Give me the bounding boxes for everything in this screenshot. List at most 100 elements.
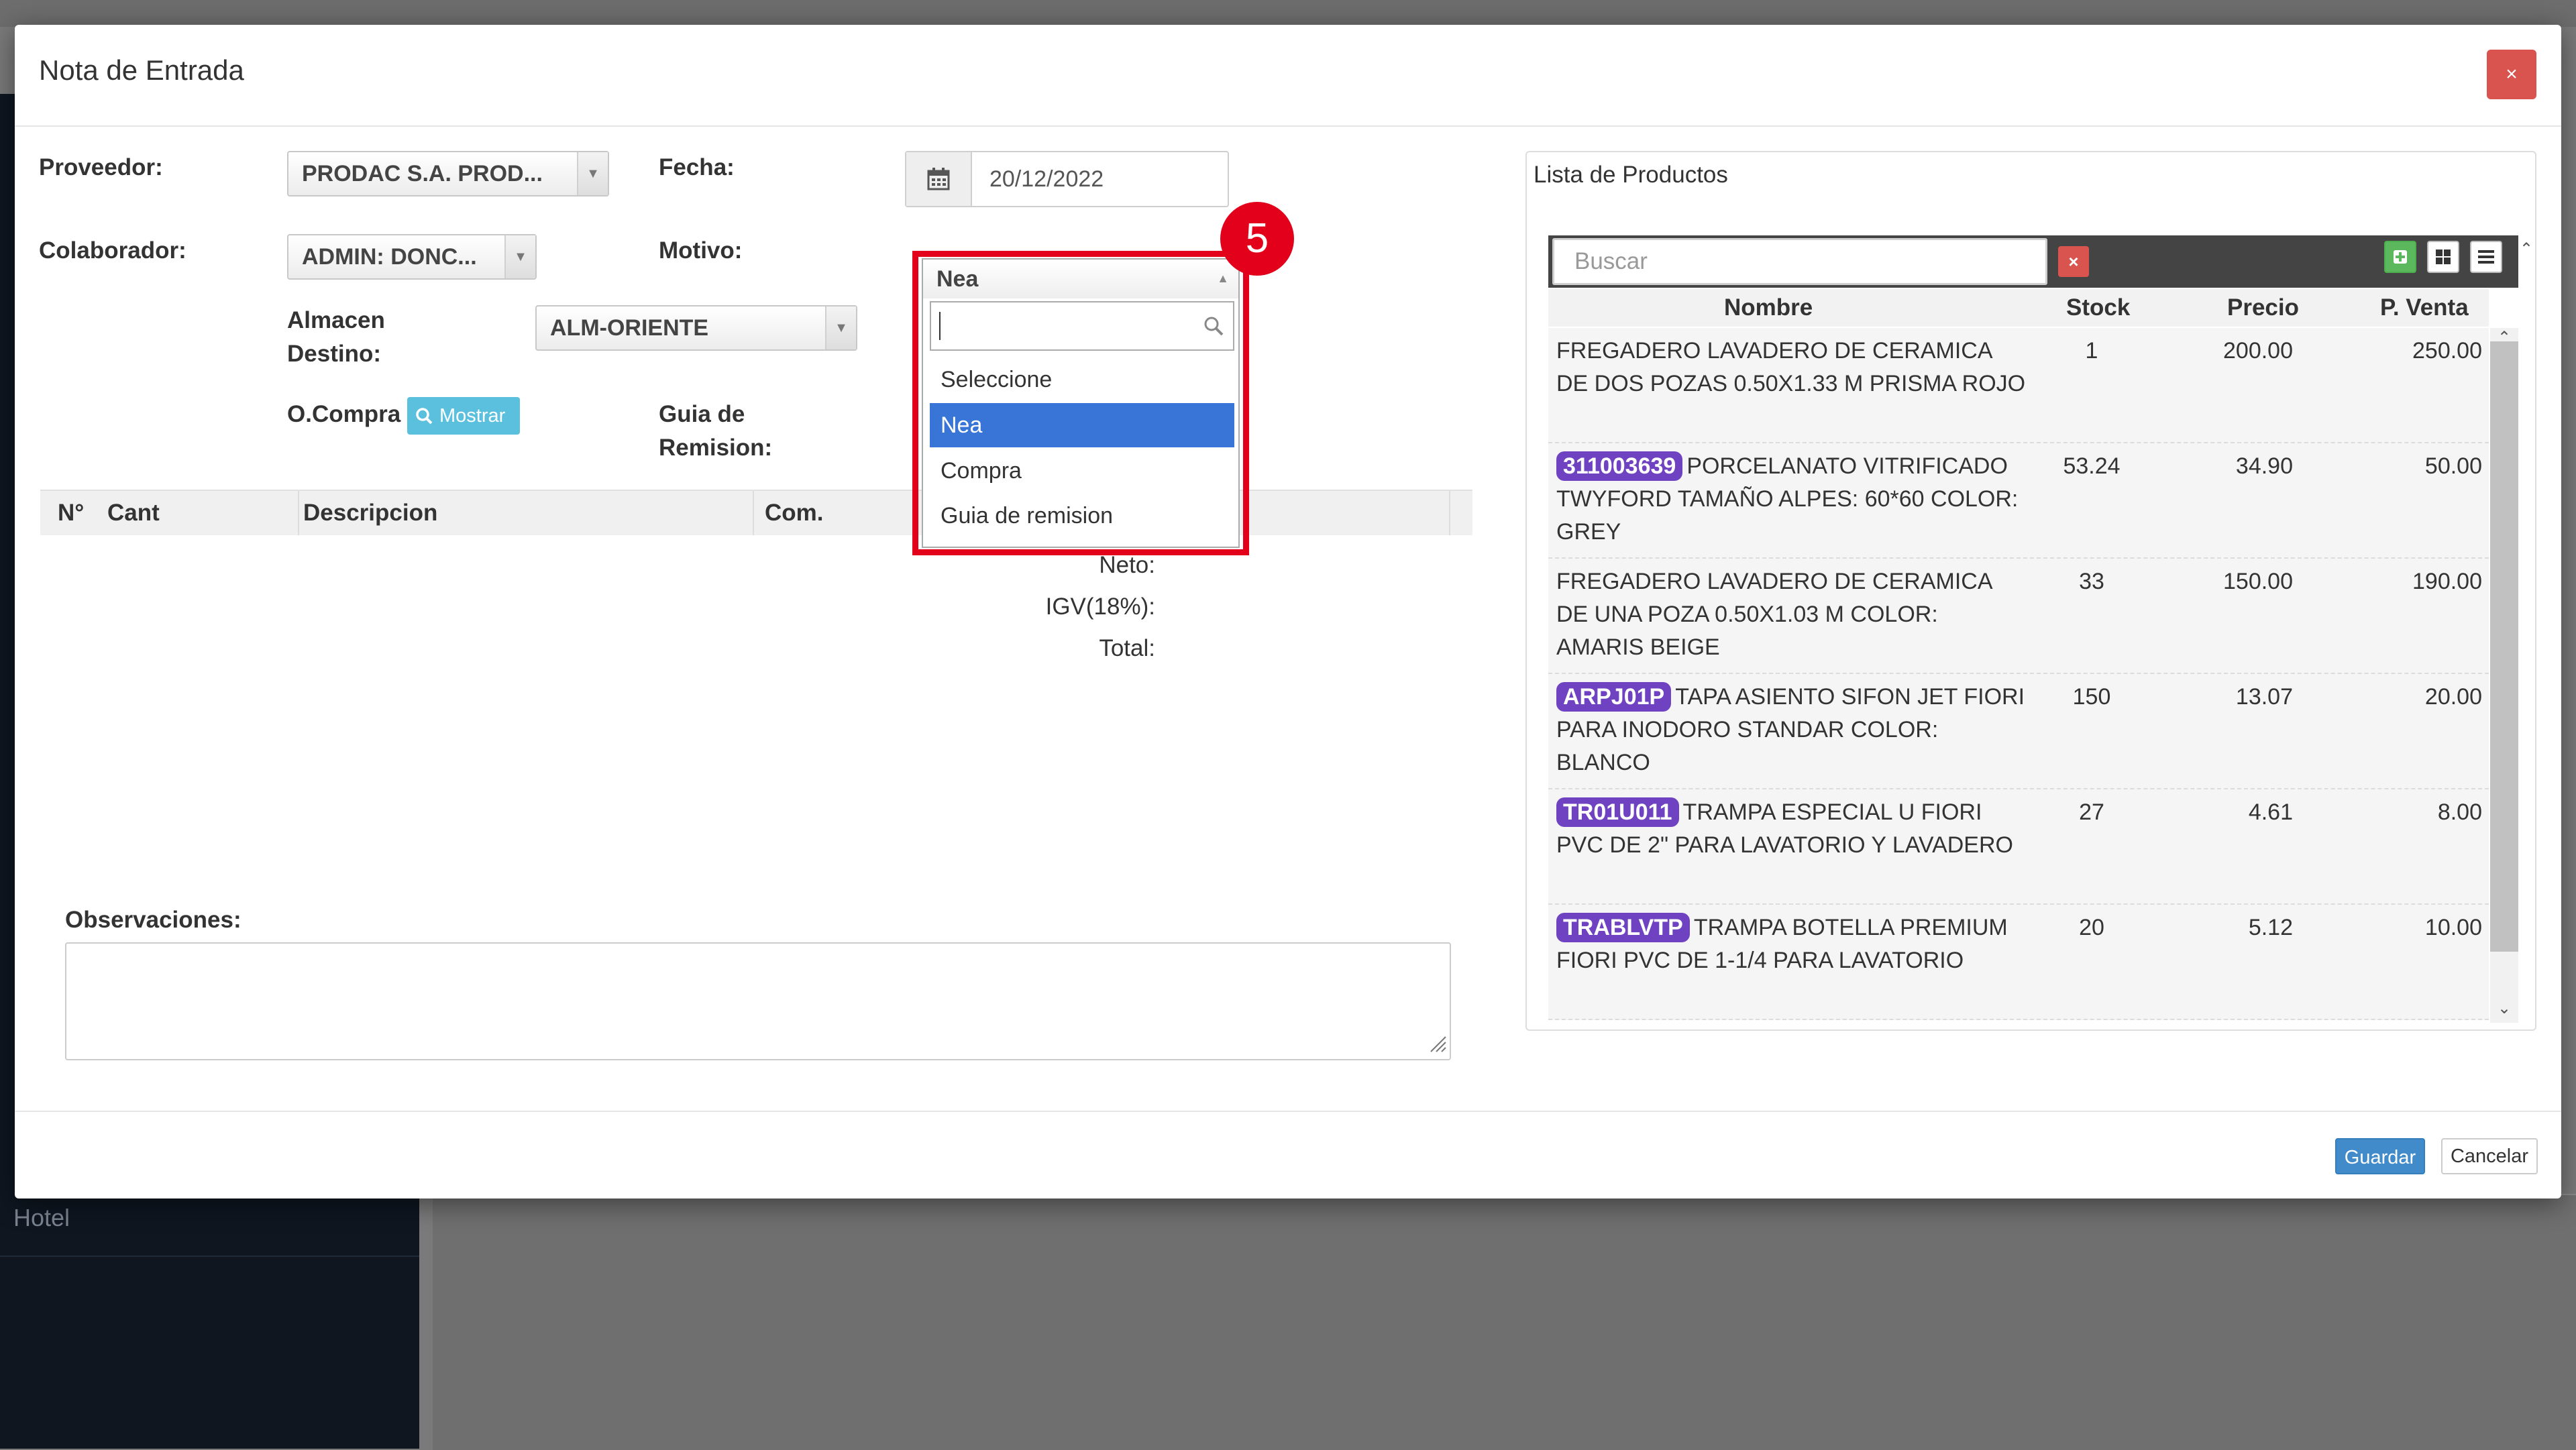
table-row[interactable]: TR01U011 TRAMPA ESPECIAL U FIORI PVC DE 2… — [1548, 789, 2489, 905]
product-scrollbar[interactable]: ⌃ ⌄ — [2490, 328, 2518, 1023]
annotation-highlight-box — [912, 251, 1249, 555]
column-divider — [1449, 491, 1450, 535]
mostrar-label: Mostrar — [439, 405, 506, 427]
items-table-header: N° Cant Descripcion Com. — [40, 490, 1472, 535]
scroll-thumb[interactable] — [2490, 341, 2518, 952]
product-stock: 33 — [2079, 569, 2104, 594]
product-venta: 10.00 — [2424, 915, 2482, 940]
guia-label-line2: Remision: — [659, 435, 773, 461]
product-name-text: FREGADERO LAVADERO DE CERAMICA DE UNA PO… — [1556, 569, 1992, 660]
col-venta: P. Venta — [2380, 294, 2469, 321]
product-venta: 8.00 — [2437, 799, 2482, 825]
product-stock: 1 — [2085, 338, 2098, 364]
colaborador-label: Colaborador: — [39, 237, 186, 264]
col-com: Com. — [765, 500, 824, 526]
product-precio: 5.12 — [2248, 915, 2293, 940]
chevron-down-icon: ▼ — [504, 235, 535, 278]
product-name: TR01U011 TRAMPA ESPECIAL U FIORI PVC DE 2… — [1556, 796, 2026, 862]
nota-entrada-modal: Nota de Entrada × Proveedor: PRODAC S.A.… — [15, 25, 2561, 1198]
col-precio: Precio — [2227, 294, 2299, 321]
sidebar-divider — [0, 1256, 419, 1257]
close-button[interactable]: × — [2487, 50, 2536, 99]
resize-grip-icon[interactable] — [1427, 1033, 1447, 1056]
col-cant: Cant — [107, 500, 160, 526]
product-name-text: FREGADERO LAVADERO DE CERAMICA DE DOS PO… — [1556, 338, 2026, 396]
almacen-select[interactable]: ALM-ORIENTE ▼ — [535, 305, 857, 351]
table-row[interactable]: TRABLVTP TRAMPA BOTELLA PREMIUM FIORI PVC… — [1548, 905, 2489, 1020]
add-product-button[interactable] — [2384, 241, 2416, 273]
motivo-label: Motivo: — [659, 237, 743, 264]
product-table-header: Nombre Stock Precio P. Venta — [1548, 289, 2489, 327]
colaborador-select[interactable]: ADMIN: DONC... ▼ — [287, 234, 537, 280]
col-stock: Stock — [2066, 294, 2131, 321]
fecha-value: 20/12/2022 — [989, 166, 1104, 192]
table-row[interactable]: 311003639 PORCELANATO VITRIFICADO TWYFORD… — [1548, 443, 2489, 559]
search-placeholder: Buscar — [1574, 248, 1648, 274]
product-precio: 4.61 — [2248, 799, 2293, 825]
col-nombre: Nombre — [1724, 294, 1813, 321]
almacen-label-line2: Destino: — [287, 341, 381, 367]
column-divider — [753, 491, 754, 535]
product-precio: 34.90 — [2235, 453, 2293, 479]
product-stock: 27 — [2079, 799, 2104, 825]
table-row[interactable]: FREGADERO LAVADERO DE CERAMICA DE UNA PO… — [1548, 559, 2489, 674]
sidebar-item-hotel[interactable]: Hotel — [13, 1204, 70, 1232]
igv-label: IGV(18%): — [1045, 594, 1155, 620]
product-code-badge: TRABLVTP — [1556, 913, 1690, 942]
chevron-down-icon: ▼ — [577, 152, 608, 195]
list-view-button[interactable] — [2470, 241, 2502, 273]
table-row[interactable]: FREGADERO LAVADERO DE CERAMICA DE DOS PO… — [1548, 328, 2489, 443]
modal-title: Nota de Entrada — [39, 54, 244, 86]
product-code-badge: ARPJ01P — [1556, 682, 1672, 712]
product-table-body: FREGADERO LAVADERO DE CERAMICA DE DOS PO… — [1548, 328, 2489, 1023]
col-numero: N° — [58, 500, 85, 526]
list-icon — [2478, 250, 2494, 264]
product-name: ARPJ01P TAPA ASIENTO SIFON JET FIORI PARA… — [1556, 681, 2026, 779]
observaciones-textarea[interactable] — [65, 942, 1451, 1060]
product-name: FREGADERO LAVADERO DE CERAMICA DE UNA PO… — [1556, 565, 2026, 664]
calendar-icon[interactable] — [906, 152, 972, 206]
fecha-field[interactable]: 20/12/2022 — [905, 151, 1229, 207]
chevron-up-icon[interactable]: ⌃ — [2520, 239, 2535, 260]
total-label: Total: — [1099, 635, 1155, 661]
product-code-badge: TR01U011 — [1556, 797, 1679, 827]
table-row[interactable]: ARPJ01P TAPA ASIENTO SIFON JET FIORI PARA… — [1548, 674, 2489, 789]
product-search-input[interactable]: Buscar — [1552, 238, 2047, 285]
grid-icon — [2436, 249, 2451, 264]
almacen-value: ALM-ORIENTE — [550, 315, 709, 341]
product-precio: 13.07 — [2235, 684, 2293, 710]
guia-label-line1: Guia de — [659, 401, 745, 427]
product-precio: 200.00 — [2223, 338, 2293, 364]
product-venta: 250.00 — [2412, 338, 2482, 364]
product-stock: 20 — [2079, 915, 2104, 940]
save-button[interactable]: Guardar — [2335, 1138, 2425, 1174]
product-venta: 50.00 — [2424, 453, 2482, 479]
product-code-badge: 311003639 — [1556, 451, 1683, 481]
modal-header: Nota de Entrada × — [15, 25, 2561, 127]
column-divider — [298, 491, 299, 535]
product-toolbar: Buscar × — [1548, 235, 2518, 288]
col-descripcion: Descripcion — [303, 500, 438, 526]
chevron-down-icon: ▼ — [825, 306, 856, 349]
clear-search-button[interactable]: × — [2058, 246, 2089, 277]
product-venta: 190.00 — [2412, 569, 2482, 594]
observaciones-label: Observaciones: — [65, 907, 241, 933]
fecha-label: Fecha: — [659, 154, 735, 180]
product-stock: 150 — [2072, 684, 2111, 710]
grid-view-button[interactable] — [2427, 241, 2459, 273]
product-name: FREGADERO LAVADERO DE CERAMICA DE DOS PO… — [1556, 335, 2026, 400]
ocompra-label: O.Compra — [287, 401, 401, 427]
background-content — [433, 1194, 2576, 1450]
proveedor-value: PRODAC S.A. PROD... — [302, 161, 543, 186]
product-list-panel: Lista de Productos Buscar × ⌃ Nombre Sto… — [1525, 151, 2536, 1031]
mostrar-button[interactable]: Mostrar — [407, 397, 520, 435]
colaborador-value: ADMIN: DONC... — [302, 244, 477, 270]
search-icon — [415, 397, 433, 447]
proveedor-select[interactable]: PRODAC S.A. PROD... ▼ — [287, 151, 609, 197]
product-venta: 20.00 — [2424, 684, 2482, 710]
chevron-down-icon[interactable]: ⌄ — [2490, 999, 2518, 1019]
product-precio: 150.00 — [2223, 569, 2293, 594]
product-name: TRABLVTP TRAMPA BOTELLA PREMIUM FIORI PVC… — [1556, 911, 2026, 977]
cancel-button[interactable]: Cancelar — [2441, 1138, 2538, 1174]
product-list-title: Lista de Productos — [1534, 162, 1728, 188]
